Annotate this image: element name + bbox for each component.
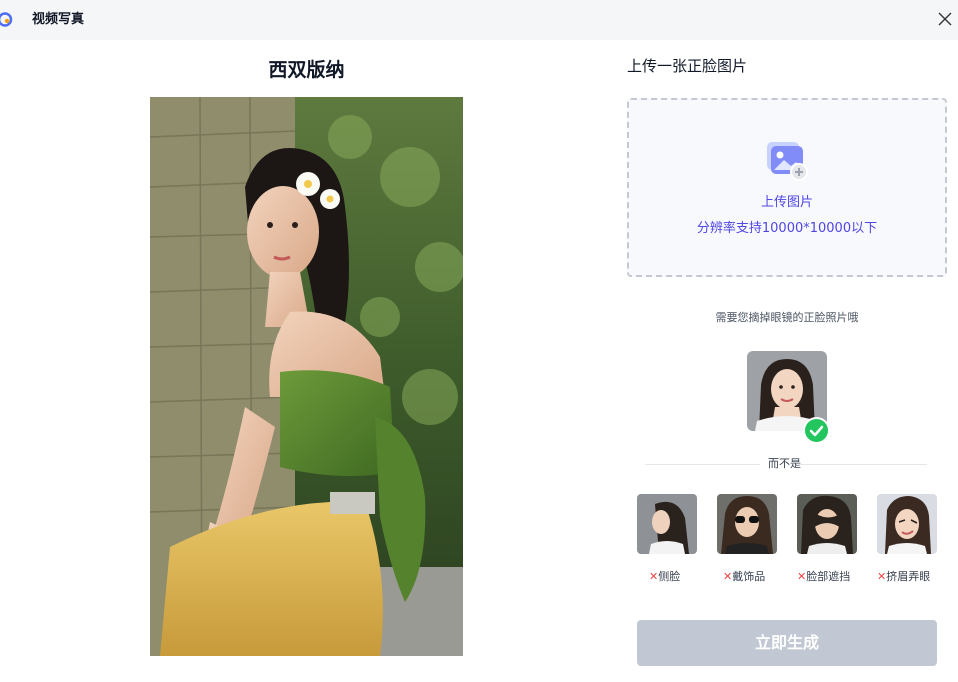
cross-icon: ✕ [649, 570, 659, 583]
window-title: 视频写真 [32, 12, 85, 27]
bad-caption-grimace: ✕挤眉弄眼 [877, 570, 931, 583]
generate-button[interactable]: 立即生成 [637, 620, 937, 666]
divider-line [797, 464, 927, 465]
bad-example-side-face [637, 494, 697, 554]
bad-example-grimace [877, 494, 937, 554]
cross-icon: ✕ [723, 570, 733, 583]
bad-example-accessories [717, 494, 777, 554]
template-title: 西双版纳 [268, 59, 345, 81]
cross-icon: ✕ [877, 570, 887, 583]
bad-example-face-covered [797, 494, 857, 554]
upload-dropzone[interactable]: 上传图片 分辨率支持10000*10000以下 [627, 98, 947, 277]
title-bar: 视频写真 [0, 0, 958, 40]
bad-caption-face-covered: ✕脸部遮挡 [797, 570, 851, 583]
upload-heading: 上传一张正脸图片 [627, 57, 748, 75]
check-icon [803, 417, 830, 444]
bad-caption-accessories: ✕戴饰品 [723, 570, 766, 583]
glasses-hint: 需要您摘掉眼镜的正脸照片哦 [715, 311, 859, 324]
close-icon [938, 12, 952, 26]
resolution-hint: 分辨率支持10000*10000以下 [696, 221, 878, 236]
upload-button-label[interactable]: 上传图片 [629, 194, 945, 212]
or-not-divider: 而不是 [645, 456, 927, 472]
cross-icon: ✕ [797, 570, 807, 583]
app-logo-icon [0, 11, 13, 28]
close-button[interactable] [937, 11, 953, 27]
template-preview-image [150, 97, 463, 656]
bad-caption-side-face: ✕侧脸 [649, 570, 681, 583]
divider-line [645, 464, 760, 465]
image-upload-icon [765, 138, 809, 182]
